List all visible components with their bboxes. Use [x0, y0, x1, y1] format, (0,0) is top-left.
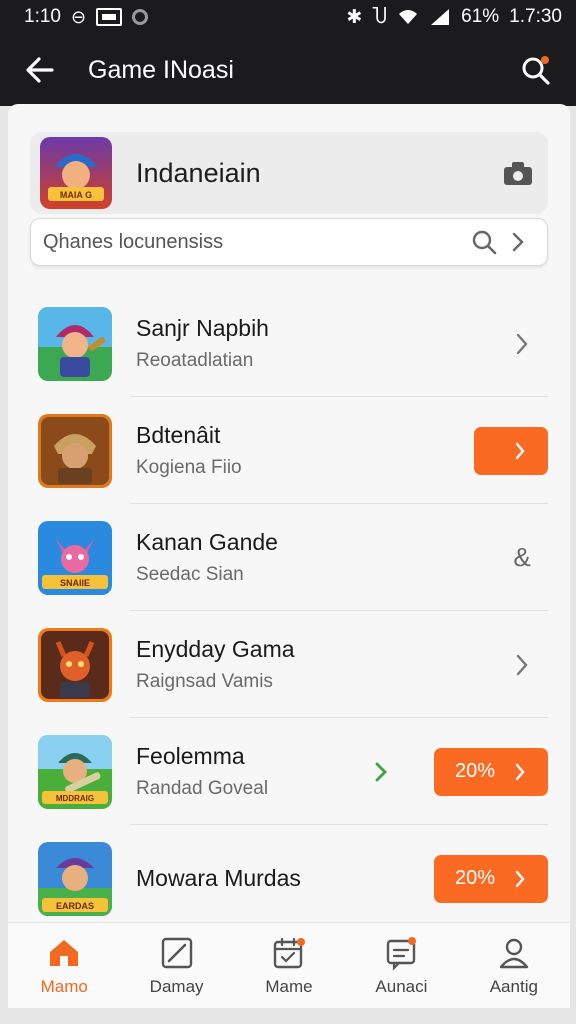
game-thumbnail: SNAIIE [38, 520, 112, 595]
game-subtitle: Kogiena Fiio [136, 457, 242, 478]
game-search-bar [30, 218, 548, 266]
featured-game-thumbnail: MAIA G [40, 137, 112, 209]
open-game-button[interactable] [502, 324, 542, 364]
game-name: Sanjr Napbih [136, 315, 269, 341]
game-list: Sanjr Napbih Reoatadlatian Bdtenâit Kogi… [30, 290, 548, 932]
nav-label: Damay [149, 976, 204, 996]
search-expand-button[interactable] [501, 225, 535, 259]
status-time-right: 1.7:30 [509, 6, 562, 27]
game-subtitle: Raignsad Vamis [136, 671, 273, 692]
discount-button[interactable]: 20% [434, 854, 548, 903]
home-icon [50, 939, 79, 966]
chevron-right-icon [515, 763, 525, 780]
nav-home[interactable]: Mamo [8, 923, 120, 1008]
game-subtitle: Seedac Sian [136, 564, 244, 585]
discount-label: 20% [454, 867, 496, 889]
app-bar: Game INoasi [0, 34, 576, 106]
edit-icon [161, 937, 192, 968]
list-item[interactable]: Enydday Gama Raignsad Vamis [30, 611, 548, 718]
game-thumb-logo-text: MDDRAIG [56, 794, 94, 803]
image-notification-icon [96, 8, 123, 26]
calendar-icon [273, 937, 306, 968]
search-input[interactable] [43, 230, 467, 254]
arrow-left-icon [26, 57, 54, 83]
search-icon [522, 56, 550, 85]
vibrate-icon: Ⴎ [372, 6, 388, 28]
page-title: Game INoasi [88, 55, 234, 84]
search-submit-button[interactable] [467, 225, 501, 259]
game-thumbnail: EARDAS [38, 841, 112, 916]
game-name: Mowara Murdas [136, 865, 301, 891]
nav-label: Mamo [40, 976, 88, 996]
sync-icon [132, 9, 149, 25]
profile-icon [499, 938, 529, 968]
game-thumbnail: MDDRAIG [38, 734, 112, 809]
game-name: Kanan Gande [136, 529, 278, 555]
nav-label: Aunaci [375, 976, 428, 996]
chevron-right-icon [375, 762, 387, 781]
link-icon: & [513, 542, 531, 572]
bluetooth-icon: ✱ [346, 6, 363, 28]
chevron-right-icon [516, 333, 528, 354]
game-thumbnail [38, 413, 112, 488]
bottom-navigation: Mamo Damay Mame Aunaci Aantig [8, 922, 570, 1008]
status-time-left: 1:10 [24, 6, 61, 27]
chevron-right-icon [512, 232, 524, 252]
discount-label: 20% [454, 760, 496, 782]
camera-icon [504, 162, 532, 185]
back-button[interactable] [20, 50, 60, 90]
nav-label: Aantig [489, 976, 538, 996]
install-button[interactable] [474, 426, 548, 475]
game-subtitle: Randad Goveal [136, 778, 269, 799]
featured-banner[interactable]: MAIA G Indaneiain [30, 132, 548, 214]
search-icon [472, 230, 497, 255]
camera-button[interactable] [498, 153, 538, 193]
nav-aantig[interactable]: Aantig [458, 923, 570, 1008]
main-card: MAIA G Indaneiain Qhanes locunensiss San… [8, 104, 570, 1008]
featured-title: Indaneiain [136, 157, 261, 188]
game-subtitle: Reoatadlatian [136, 350, 254, 371]
battery-percent: 61% [461, 6, 500, 27]
app-bar-search-button[interactable] [516, 50, 556, 90]
game-thumbnail [38, 627, 112, 702]
game-thumb-logo-text: EARDAS [56, 901, 94, 911]
nav-damay[interactable]: Damay [120, 923, 232, 1008]
game-thumbnail [38, 306, 112, 381]
nav-aunaci[interactable]: Aunaci [345, 923, 457, 1008]
link-button[interactable]: & [502, 538, 542, 578]
chevron-right-icon [516, 654, 528, 675]
list-item[interactable]: EARDAS Mowara Murdas 20% [30, 825, 548, 932]
list-item[interactable]: SNAIIE Kanan Gande Seedac Sian & [30, 504, 548, 611]
expand-button[interactable] [368, 760, 394, 784]
list-item[interactable]: Bdtenâit Kogiena Fiio [30, 397, 548, 504]
list-item[interactable]: MDDRAIG Feolemma Randad Goveal 20% [30, 718, 548, 825]
status-bar: 1:10 ⊖ ✱ Ⴎ 61% 1.7:30 [0, 0, 576, 34]
nav-label: Mame [265, 976, 313, 996]
chevron-right-icon [515, 442, 525, 459]
wifi-icon [399, 10, 418, 24]
game-name: Bdtenâit [136, 422, 221, 448]
game-name: Enydday Gama [136, 636, 295, 662]
signal-icon [431, 9, 450, 25]
featured-thumb-logo-text: MAIA G [60, 190, 92, 200]
open-game-button[interactable] [502, 645, 542, 685]
game-thumb-logo-text: SNAIIE [60, 578, 90, 588]
nav-mame[interactable]: Mame [233, 923, 345, 1008]
chevron-right-icon [515, 870, 525, 887]
game-name: Feolemma [136, 743, 245, 769]
discount-button[interactable]: 20% [434, 747, 548, 796]
list-item[interactable]: Sanjr Napbih Reoatadlatian [30, 290, 548, 397]
chat-icon [387, 936, 417, 971]
notification-icon: ⊖ [70, 6, 87, 27]
